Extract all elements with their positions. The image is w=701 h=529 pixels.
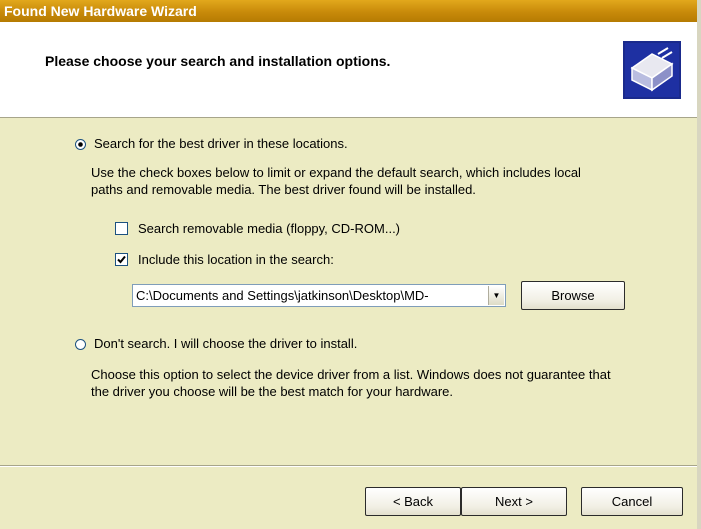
- location-path[interactable]: C:\Documents and Settings\jatkinson\Desk…: [136, 288, 486, 303]
- include-location-checkbox[interactable]: [115, 253, 128, 266]
- search-radio[interactable]: [75, 139, 86, 150]
- include-location-label[interactable]: Include this location in the search:: [138, 252, 334, 267]
- footer-separator: [0, 465, 697, 467]
- removable-media-checkbox[interactable]: [115, 222, 128, 235]
- search-description-line-2: paths and removable media. The best driv…: [91, 182, 476, 197]
- chevron-down-icon[interactable]: ▼: [488, 286, 504, 305]
- back-button[interactable]: < Back: [365, 487, 461, 516]
- dont-search-description-line-1: Choose this option to select the device …: [91, 367, 611, 382]
- window-border: [697, 0, 701, 529]
- search-description: Use the check boxes below to limit or ex…: [91, 164, 681, 198]
- wizard-window: Found New Hardware Wizard Please choose …: [0, 0, 697, 529]
- search-description-line-1: Use the check boxes below to limit or ex…: [91, 165, 581, 180]
- cancel-button[interactable]: Cancel: [581, 487, 683, 516]
- next-button[interactable]: Next >: [461, 487, 567, 516]
- location-combobox[interactable]: C:\Documents and Settings\jatkinson\Desk…: [132, 284, 506, 307]
- search-option-label[interactable]: Search for the best driver in these loca…: [94, 136, 348, 151]
- dont-search-radio[interactable]: [75, 339, 86, 350]
- browse-button[interactable]: Browse: [521, 281, 625, 310]
- checkmark-icon: [117, 255, 126, 264]
- window-title: Found New Hardware Wizard: [4, 3, 197, 19]
- hardware-install-icon: [623, 41, 681, 99]
- dont-search-option-label[interactable]: Don't search. I will choose the driver t…: [94, 336, 357, 351]
- page-title: Please choose your search and installati…: [45, 53, 391, 69]
- dont-search-description: Choose this option to select the device …: [91, 366, 691, 400]
- wizard-header: Please choose your search and installati…: [0, 22, 697, 118]
- title-bar[interactable]: Found New Hardware Wizard: [0, 0, 697, 22]
- removable-media-label[interactable]: Search removable media (floppy, CD-ROM..…: [138, 221, 400, 236]
- dont-search-description-line-2: the driver you choose will be the best m…: [91, 384, 454, 399]
